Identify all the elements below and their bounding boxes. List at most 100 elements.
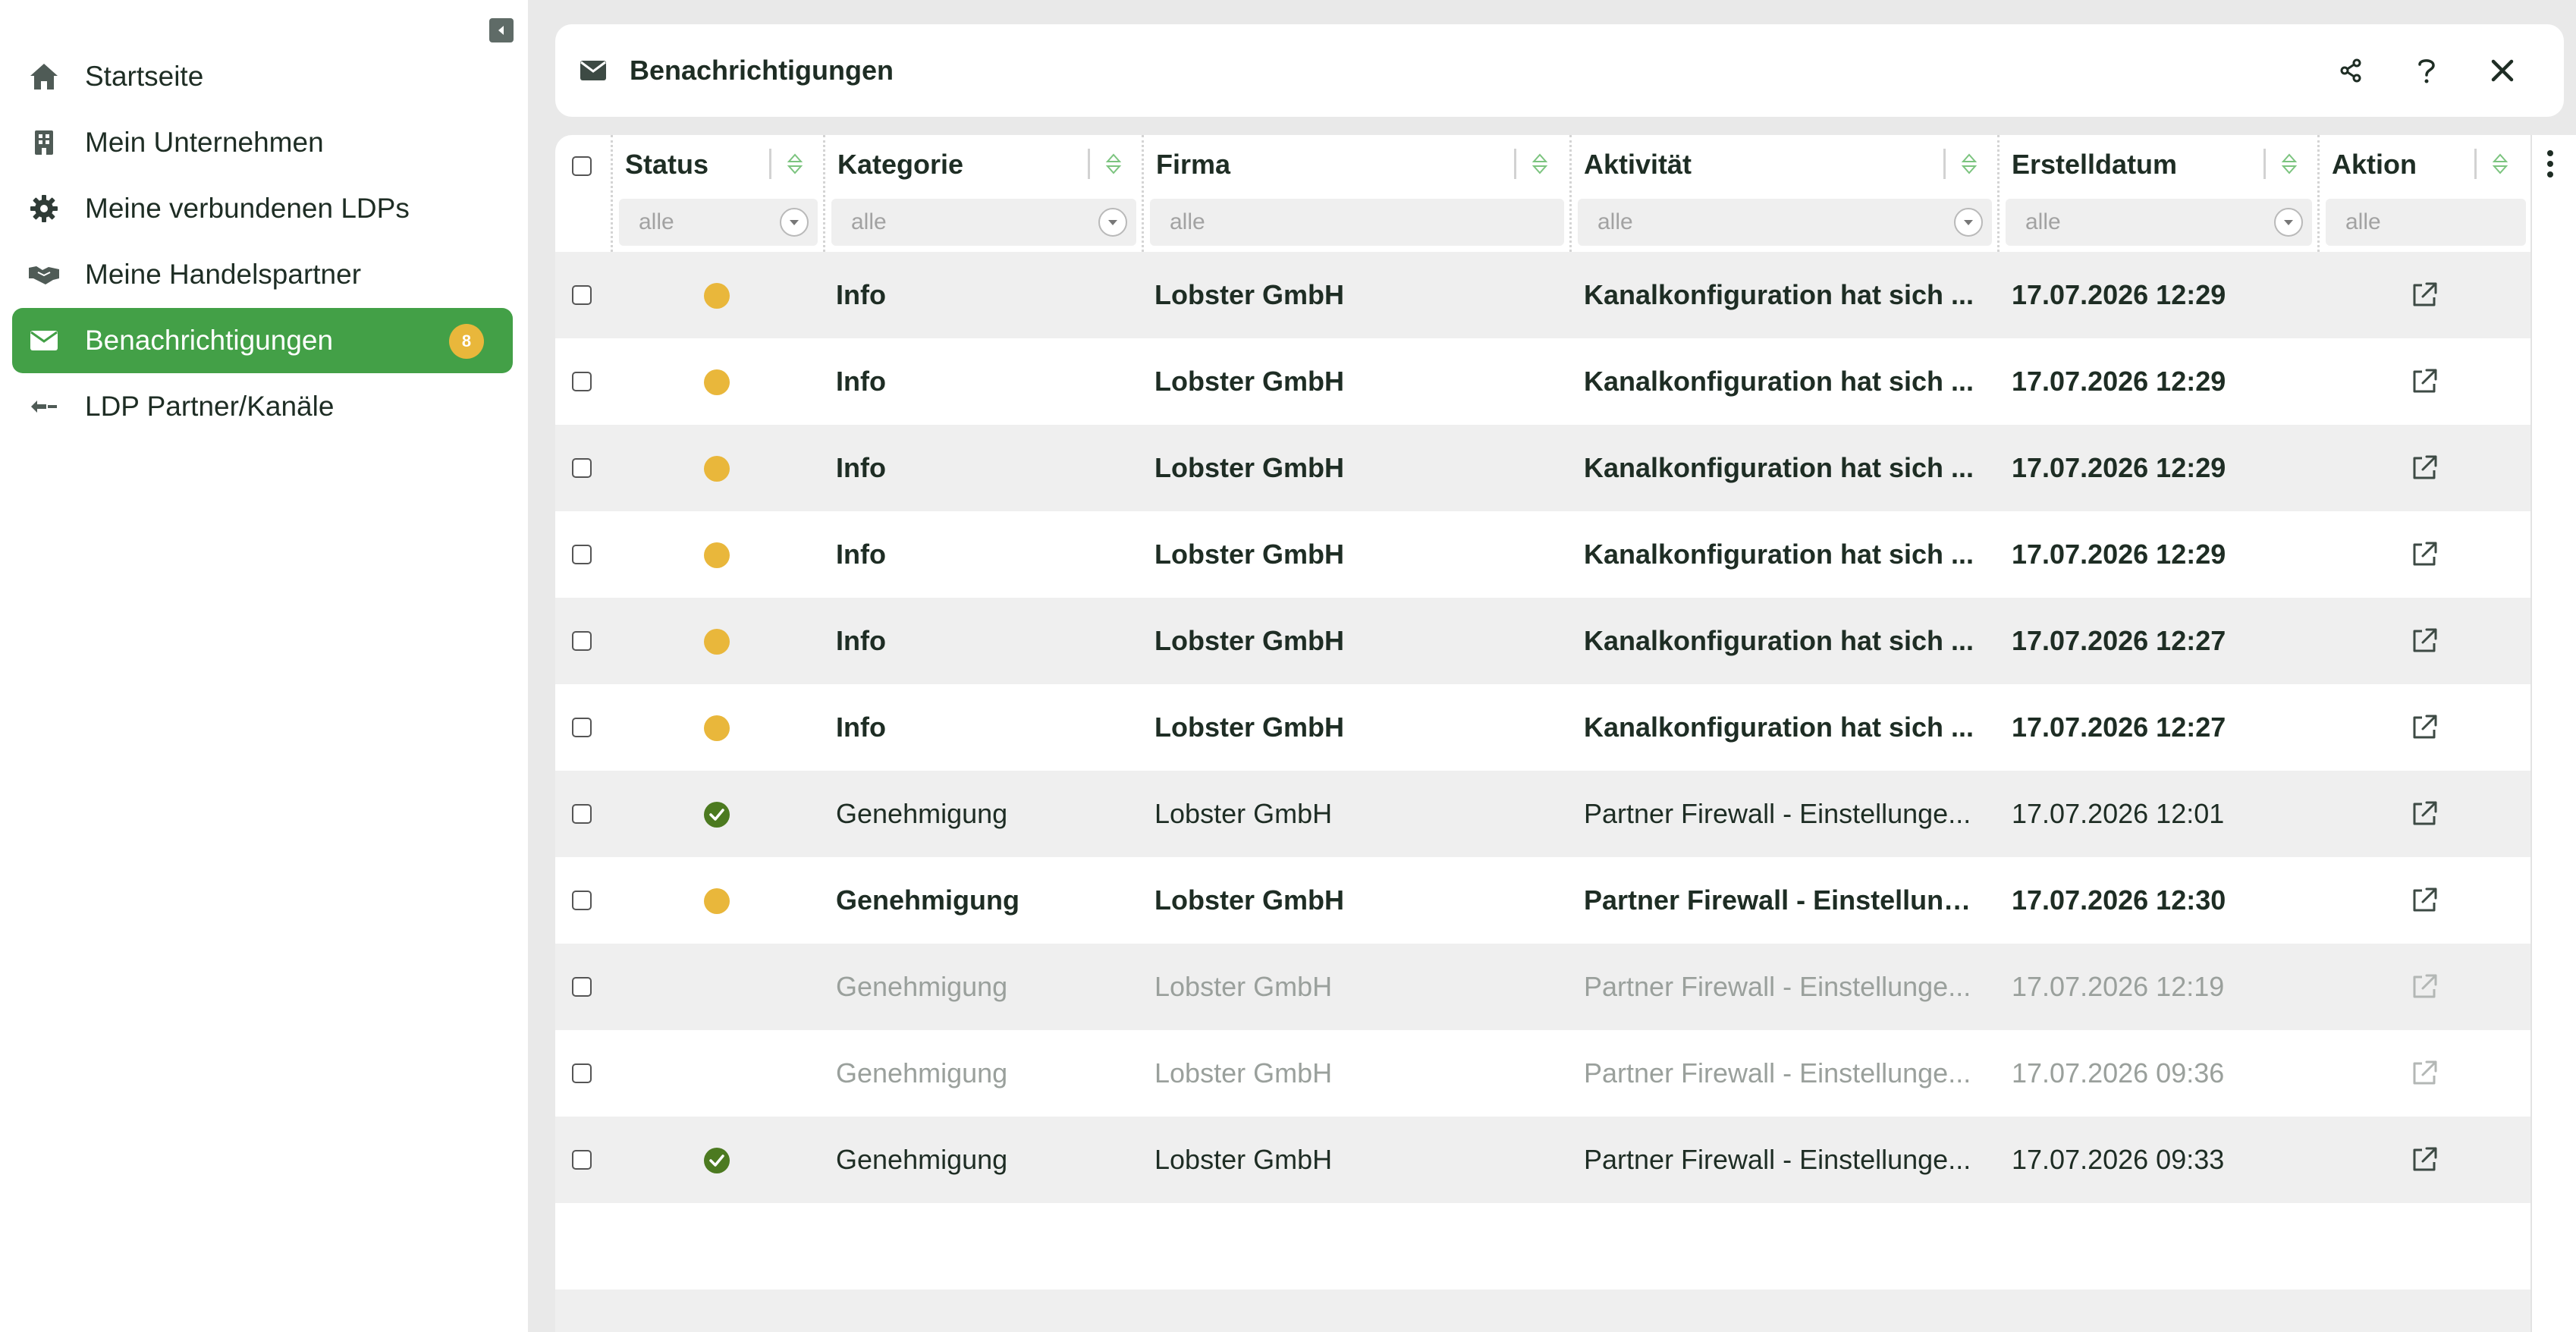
row-checkbox[interactable] (572, 891, 592, 910)
table-row[interactable]: Info Lobster GmbH Kanalkonfiguration hat s… (555, 338, 2530, 425)
external-link-icon (2413, 887, 2437, 912)
table-row[interactable]: Info Lobster GmbH Kanalkonfiguration hat s… (555, 598, 2530, 684)
cell-firma: Lobster GmbH (1154, 971, 1333, 1002)
cell-firma: Lobster GmbH (1154, 712, 1345, 743)
row-checkbox[interactable] (572, 1150, 592, 1170)
open-notification-button[interactable] (2409, 1145, 2439, 1175)
sidebar-item-benachrichtigungen[interactable]: Benachrichtigungen 8 (12, 308, 513, 373)
external-link-icon (2413, 542, 2437, 566)
open-notification-button[interactable] (2409, 885, 2439, 916)
column-header-status[interactable]: Status alle (613, 135, 825, 252)
sort-icon[interactable] (2280, 152, 2298, 179)
cell-erstelldatum: 17.07.2026 09:36 (2012, 1057, 2225, 1089)
column-header-kategorie[interactable]: Kategorie alle (825, 135, 1144, 252)
table-row[interactable]: Genehmigung Lobster GmbH Partner Firewall … (555, 1117, 2530, 1203)
table-row[interactable]: Info Lobster GmbH Kanalkonfiguration hat s… (555, 252, 2530, 338)
column-header-aktivitaet[interactable]: Aktivität alle (1572, 135, 2000, 252)
external-link-icon (2413, 1060, 2437, 1085)
column-header-firma[interactable]: Firma alle (1144, 135, 1572, 252)
column-header-aktion[interactable]: Aktion alle (2320, 135, 2530, 252)
cell-aktivitaet: Kanalkonfiguration hat sich ... (1584, 625, 1974, 656)
chevron-down-icon[interactable] (1098, 208, 1127, 237)
cell-erstelldatum: 17.07.2026 12:19 (2012, 971, 2225, 1002)
aktivitaet-filter[interactable]: alle (1578, 199, 1992, 246)
chevron-down-icon[interactable] (1954, 208, 1983, 237)
table-options (2530, 135, 2576, 1332)
open-notification-button[interactable] (2409, 366, 2439, 397)
select-all-header (555, 135, 613, 252)
open-notification-button[interactable] (2409, 453, 2439, 483)
firma-filter[interactable]: alle (1150, 199, 1564, 246)
table-row[interactable]: Genehmigung Lobster GmbH Partner Firewall … (555, 857, 2530, 944)
sidebar-item-startseite[interactable]: Startseite (12, 44, 513, 109)
column-title: Firma (1156, 149, 1231, 180)
open-notification-button[interactable] (2409, 280, 2439, 310)
sidebar-item-mein-unternehmen[interactable]: Mein Unternehmen (12, 110, 513, 175)
row-checkbox[interactable] (572, 372, 592, 391)
external-link-icon (2413, 1147, 2437, 1171)
status-pending-icon (704, 715, 730, 741)
cell-erstelldatum: 17.07.2026 12:29 (2012, 539, 2226, 570)
cell-kategorie: Genehmigung (836, 1057, 1008, 1089)
sort-icon[interactable] (1531, 152, 1549, 179)
chevron-down-icon[interactable] (2274, 208, 2303, 237)
row-checkbox[interactable] (572, 631, 592, 651)
table-row[interactable]: Info Lobster GmbH Kanalkonfiguration hat s… (555, 425, 2530, 511)
cell-firma: Lobster GmbH (1154, 539, 1345, 570)
row-checkbox[interactable] (572, 718, 592, 737)
row-checkbox[interactable] (572, 804, 592, 824)
notifications-table: Status alle Kategorie alle Firma alle Ak… (555, 135, 2530, 1332)
more-options-icon[interactable] (2547, 150, 2555, 182)
collapse-sidebar-button[interactable] (489, 18, 514, 42)
row-checkbox[interactable] (572, 285, 592, 305)
share-button[interactable] (2332, 52, 2370, 90)
open-notification-button[interactable] (2409, 972, 2439, 1002)
cell-kategorie: Genehmigung (836, 884, 1019, 916)
open-notification-button[interactable] (2409, 1058, 2439, 1089)
sort-icon[interactable] (2491, 152, 2509, 179)
erstelldatum-filter[interactable]: alle (2006, 199, 2312, 246)
cell-erstelldatum: 17.07.2026 09:33 (2012, 1144, 2225, 1175)
status-filter[interactable]: alle (619, 199, 818, 246)
sort-icon[interactable] (1960, 152, 1978, 179)
table-row[interactable]: Genehmigung Lobster GmbH Partner Firewall … (555, 944, 2530, 1030)
status-pending-icon (704, 369, 730, 395)
row-checkbox[interactable] (572, 545, 592, 564)
column-title: Aktivität (1584, 149, 1692, 180)
building-icon (27, 126, 61, 159)
column-header-erstelldatum[interactable]: Erstelldatum alle (2000, 135, 2320, 252)
open-notification-button[interactable] (2409, 799, 2439, 829)
sidebar-item-verbundene-ldps[interactable]: Meine verbundenen LDPs (12, 176, 513, 241)
table-row[interactable]: Info Lobster GmbH Kanalkonfiguration hat s… (555, 684, 2530, 771)
chevron-down-icon[interactable] (780, 208, 809, 237)
external-link-icon (2413, 715, 2437, 739)
sidebar-item-handelspartner[interactable]: Meine Handelspartner (12, 242, 513, 307)
row-checkbox[interactable] (572, 977, 592, 997)
kategorie-filter[interactable]: alle (831, 199, 1136, 246)
sort-icon[interactable] (786, 152, 804, 179)
sort-icon[interactable] (1104, 152, 1123, 179)
external-link-icon (2413, 455, 2437, 479)
status-pending-icon (704, 629, 730, 655)
cell-aktivitaet: Kanalkonfiguration hat sich ... (1584, 539, 1974, 570)
open-notification-button[interactable] (2409, 539, 2439, 570)
arrows-icon (27, 390, 61, 423)
table-row[interactable]: Info Lobster GmbH Kanalkonfiguration hat s… (555, 511, 2530, 598)
external-link-icon (2413, 369, 2437, 393)
table-row[interactable]: Genehmigung Lobster GmbH Partner Firewall … (555, 1030, 2530, 1117)
status-pending-icon (704, 456, 730, 482)
table-row[interactable]: Genehmigung Lobster GmbH Partner Firewall … (555, 771, 2530, 857)
select-all-checkbox[interactable] (572, 156, 592, 176)
column-title: Erstelldatum (2012, 149, 2178, 180)
aktion-filter[interactable]: alle (2326, 199, 2526, 246)
row-checkbox[interactable] (572, 458, 592, 478)
open-notification-button[interactable] (2409, 626, 2439, 656)
sidebar-item-ldp-partner-kanaele[interactable]: LDP Partner/Kanäle (12, 374, 513, 439)
close-button[interactable] (2483, 52, 2521, 90)
open-notification-button[interactable] (2409, 712, 2439, 743)
empty-row (555, 1290, 2530, 1332)
help-button[interactable] (2408, 52, 2446, 90)
column-title: Aktion (2332, 149, 2417, 180)
row-checkbox[interactable] (572, 1063, 592, 1083)
status-pending-icon (704, 283, 730, 309)
